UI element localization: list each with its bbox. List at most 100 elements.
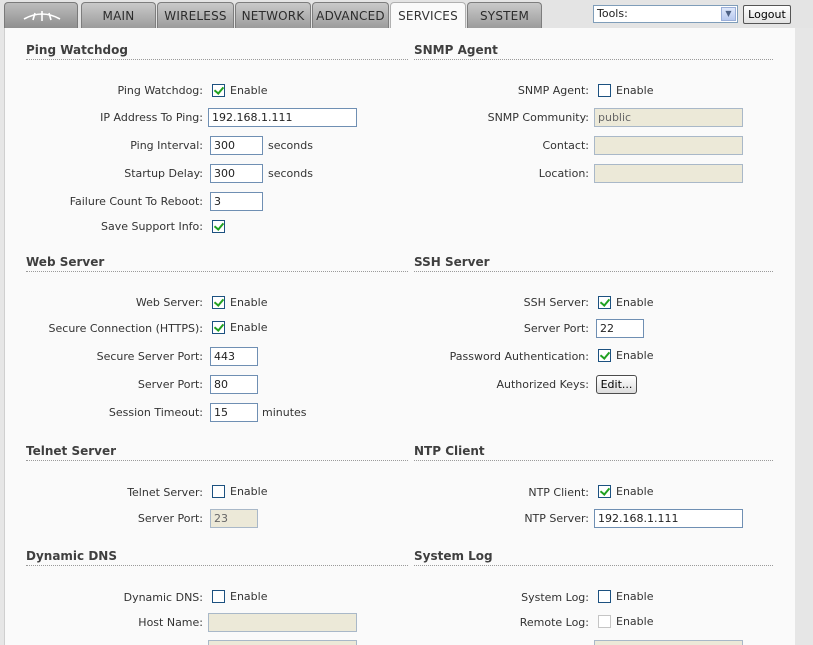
startup-delay-unit: seconds [268, 167, 313, 180]
ddns-next-input-partial[interactable] [208, 640, 357, 645]
web-server-enable-text: Enable [230, 296, 268, 309]
tab-wireless[interactable]: WIRELESS [157, 2, 234, 28]
ssh-server-checkbox[interactable] [598, 296, 611, 309]
host-name-input[interactable] [208, 613, 357, 632]
host-name-label: Host Name: [138, 616, 203, 629]
section-divider [26, 565, 408, 566]
ping-interval-label: Ping Interval: [130, 139, 203, 152]
tools-select[interactable]: Tools: ▼ [593, 5, 738, 23]
section-title-web-server: Web Server [26, 255, 105, 269]
failure-count-label: Failure Count To Reboot: [69, 195, 203, 208]
secure-server-port-input[interactable]: 443 [210, 347, 258, 366]
snmp-agent-checkbox[interactable] [598, 84, 611, 97]
startup-delay-label: Startup Delay: [124, 167, 203, 180]
ssh-port-input[interactable]: 22 [596, 319, 644, 338]
tab-system[interactable]: SYSTEM [467, 2, 542, 28]
section-title-ntp-client: NTP Client [414, 444, 485, 458]
section-title-ping-watchdog: Ping Watchdog [26, 43, 128, 57]
services-content: Ping Watchdog Ping Watchdog: Enable IP A… [4, 28, 795, 645]
telnet-port-input[interactable]: 23 [210, 509, 258, 528]
system-log-label: System Log: [521, 591, 589, 604]
section-divider [26, 59, 408, 60]
syslog-next-input-partial[interactable] [594, 640, 743, 645]
password-auth-enable-text: Enable [616, 349, 654, 362]
telnet-port-label: Server Port: [137, 512, 203, 525]
ntp-client-label: NTP Client: [528, 486, 589, 499]
snmp-location-label: Location: [538, 167, 589, 180]
ssh-server-enable-text: Enable [616, 296, 654, 309]
session-timeout-unit: minutes [262, 406, 307, 419]
web-server-port-label: Server Port: [137, 378, 203, 391]
web-server-label: Web Server: [135, 296, 203, 309]
snmp-location-input[interactable] [594, 164, 743, 183]
ping-interval-input[interactable]: 300 [210, 136, 263, 155]
password-auth-label: Password Authentication: [449, 350, 589, 363]
https-label: Secure Connection (HTTPS): [48, 322, 203, 335]
tab-main[interactable]: MAIN [81, 2, 156, 28]
authorized-keys-label: Authorized Keys: [496, 378, 590, 391]
system-log-checkbox[interactable] [598, 590, 611, 603]
remote-log-checkbox[interactable] [598, 615, 611, 628]
dynamic-dns-label: Dynamic DNS: [123, 591, 203, 604]
page-margin [794, 28, 813, 645]
chevron-down-icon[interactable]: ▼ [721, 7, 736, 21]
web-server-port-input[interactable]: 80 [210, 375, 258, 394]
ping-interval-unit: seconds [268, 139, 313, 152]
ubiquiti-logo-icon [23, 11, 61, 21]
logo-tab[interactable] [4, 2, 78, 28]
section-divider [414, 271, 773, 272]
tab-services[interactable]: SERVICES [390, 2, 466, 29]
dynamic-dns-checkbox[interactable] [212, 590, 225, 603]
section-divider [26, 460, 408, 461]
save-support-info-checkbox[interactable] [212, 220, 225, 233]
top-navigation-bar: MAIN WIRELESS NETWORK ADVANCED SERVICES … [0, 0, 813, 29]
startup-delay-input[interactable]: 300 [210, 164, 263, 183]
section-divider [414, 59, 773, 60]
section-title-dynamic-dns: Dynamic DNS [26, 549, 117, 563]
snmp-agent-label: SNMP Agent: [517, 84, 589, 97]
tools-select-value: Tools: [597, 7, 628, 20]
ip-to-ping-label: IP Address To Ping: [100, 111, 203, 124]
section-title-system-log: System Log [414, 549, 493, 563]
ssh-port-label: Server Port: [523, 322, 589, 335]
section-divider [414, 460, 773, 461]
secure-server-port-label: Secure Server Port: [96, 350, 203, 363]
session-timeout-input[interactable]: 15 [210, 403, 258, 422]
ntp-server-input[interactable]: 192.168.1.111 [594, 509, 743, 528]
ssh-server-label: SSH Server: [523, 296, 589, 309]
ping-watchdog-enable-text: Enable [230, 84, 268, 97]
snmp-agent-enable-text: Enable [616, 84, 654, 97]
https-enable-text: Enable [230, 321, 268, 334]
telnet-server-checkbox[interactable] [212, 485, 225, 498]
snmp-community-input[interactable]: public [594, 108, 743, 127]
remote-log-enable-text: Enable [616, 615, 654, 628]
section-title-telnet-server: Telnet Server [26, 444, 117, 458]
ntp-client-checkbox[interactable] [598, 485, 611, 498]
logout-button[interactable]: Logout [743, 5, 791, 24]
snmp-contact-label: Contact: [542, 139, 589, 152]
save-support-info-label: Save Support Info: [100, 220, 203, 233]
web-server-checkbox[interactable] [212, 296, 225, 309]
section-title-snmp-agent: SNMP Agent [414, 43, 498, 57]
telnet-server-label: Telnet Server: [127, 486, 203, 499]
password-auth-checkbox[interactable] [598, 349, 611, 362]
dynamic-dns-enable-text: Enable [230, 590, 268, 603]
session-timeout-label: Session Timeout: [108, 406, 203, 419]
telnet-server-enable-text: Enable [230, 485, 268, 498]
ntp-server-label: NTP Server: [524, 512, 589, 525]
failure-count-input[interactable]: 3 [210, 192, 263, 211]
section-divider [26, 271, 408, 272]
remote-log-label: Remote Log: [519, 616, 589, 629]
system-log-enable-text: Enable [616, 590, 654, 603]
ntp-client-enable-text: Enable [616, 485, 654, 498]
ping-watchdog-label: Ping Watchdog: [117, 84, 203, 97]
https-checkbox[interactable] [212, 321, 225, 334]
ping-watchdog-checkbox[interactable] [212, 84, 225, 97]
tab-advanced[interactable]: ADVANCED [312, 2, 389, 28]
ip-to-ping-input[interactable]: 192.168.1.111 [208, 108, 357, 127]
section-divider [414, 565, 773, 566]
tab-network[interactable]: NETWORK [235, 2, 311, 28]
edit-authorized-keys-button[interactable]: Edit... [596, 375, 637, 394]
section-title-ssh-server: SSH Server [414, 255, 490, 269]
snmp-contact-input[interactable] [594, 136, 743, 155]
